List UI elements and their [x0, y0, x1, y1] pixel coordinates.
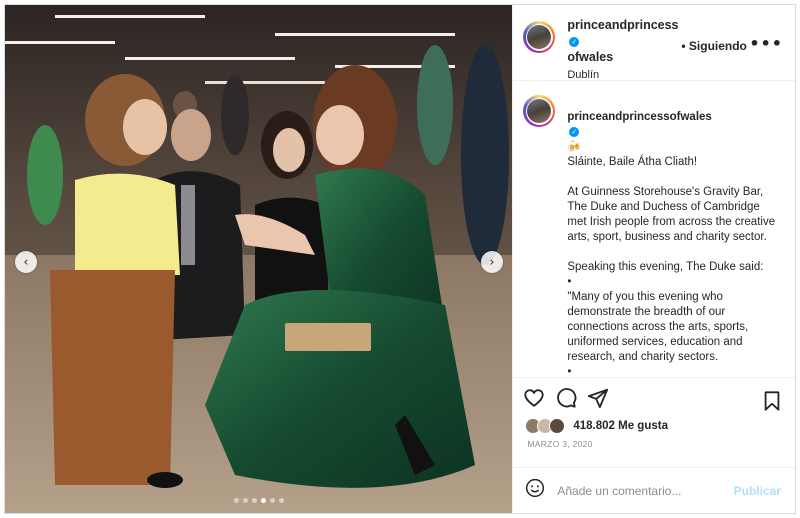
caption-paragraph: At Guinness Storehouse's Gravity Bar, Th… [567, 186, 776, 243]
action-bar [513, 377, 795, 423]
publish-button[interactable]: Publicar [734, 484, 781, 498]
location-link[interactable]: Dublín [567, 69, 677, 81]
verified-icon: ✓ [569, 126, 580, 137]
caption-area: princeandprincessofwales ✓ 🍻 Sláinte, Ba… [513, 81, 795, 377]
caption-paragraph: Speaking this evening, The Duke said: • … [567, 261, 764, 377]
post-header: princeandprincess✓ ofwales Dublín • Sigu… [513, 5, 795, 81]
comment-input[interactable] [555, 482, 730, 499]
carousel-dot [252, 498, 257, 503]
post-photo [5, 5, 513, 513]
carousel-next-button[interactable]: › [481, 251, 503, 273]
carousel-dot-active [261, 498, 266, 503]
share-icon[interactable] [587, 387, 609, 414]
post-media[interactable]: ‹ › [5, 5, 513, 513]
heart-icon[interactable] [523, 387, 545, 414]
carousel-dot [270, 498, 275, 503]
caption-username[interactable]: princeandprincessofwales [567, 111, 711, 123]
carousel-dot [279, 498, 284, 503]
carousel-dot [243, 498, 248, 503]
caption-paragraph: Sláinte, Baile Átha Cliath! [567, 156, 698, 168]
bookmark-icon[interactable] [761, 390, 783, 417]
carousel-dots [5, 498, 512, 503]
caption-avatar[interactable] [523, 95, 556, 127]
carousel-prev-button[interactable]: ‹ [15, 251, 37, 273]
caption-emoji: 🍻 [567, 141, 582, 153]
post-sidebar: princeandprincess✓ ofwales Dublín • Sigu… [512, 5, 795, 513]
emoji-icon[interactable] [525, 478, 545, 503]
post-dialog: ‹ › princeandprincess✓ ofwales Dublín • … [4, 4, 796, 514]
comment-icon[interactable] [555, 387, 577, 414]
carousel-dot [234, 498, 239, 503]
comment-bar: Publicar [513, 467, 795, 513]
following-button[interactable]: • Siguiendo [681, 39, 747, 53]
verified-icon: ✓ [569, 36, 580, 47]
more-options-icon[interactable]: ••• [749, 34, 783, 53]
caption-text: princeandprincessofwales ✓ 🍻 Sláinte, Ba… [567, 95, 777, 377]
avatar[interactable] [523, 21, 556, 53]
post-date: MARZO 3, 2020 [527, 439, 593, 449]
username-link[interactable]: princeandprincess✓ ofwales [567, 17, 678, 65]
